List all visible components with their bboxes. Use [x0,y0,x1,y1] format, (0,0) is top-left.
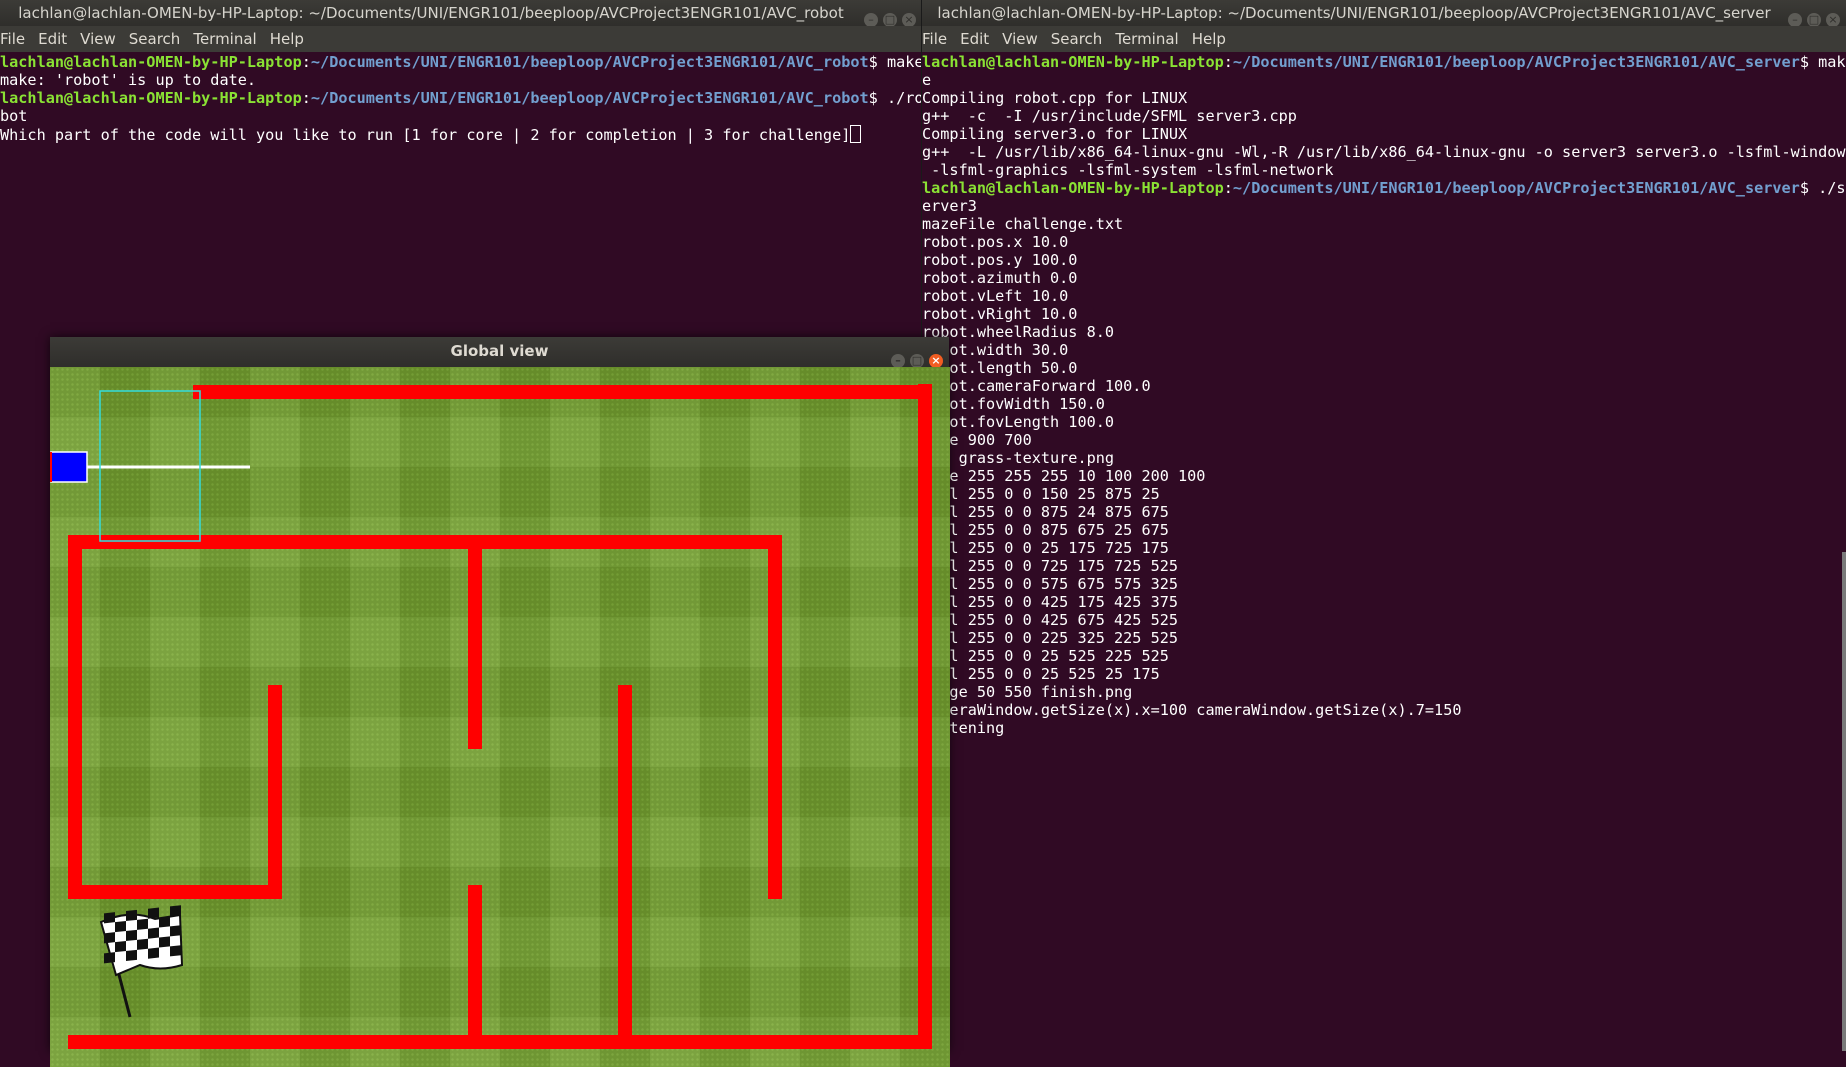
left-terminal-title: lachlan@lachlan-OMEN-by-HP-Laptop: ~/Doc… [18,4,844,22]
compile-line: g++ -c -I /usr/include/SFML server3.cpp [922,107,1297,125]
prompt-user: lachlan@lachlan-OMEN-by-HP-Laptop [922,53,1224,71]
menu-terminal[interactable]: Terminal [1115,30,1178,48]
server-output-line: cameraWindow.getSize(x).x=100 cameraWind… [922,701,1462,719]
server-output-line: wall 255 0 0 425 175 425 375 [922,593,1179,611]
command-text: e [922,71,932,89]
text-cursor [850,125,862,143]
server-output-line: image 50 550 finish.png [922,683,1133,701]
server-output-line: wall 255 0 0 25 525 25 175 [922,665,1160,683]
right-terminal-window[interactable]: lachlan@lachlan-OMEN-by-HP-Laptop: ~/Doc… [922,0,1846,1051]
menu-terminal[interactable]: Terminal [193,30,256,48]
menu-file[interactable]: File [922,30,947,48]
menu-edit[interactable]: Edit [38,30,67,48]
maze-wall [768,535,782,899]
prompt-user: lachlan@lachlan-OMEN-by-HP-Laptop [922,179,1224,197]
close-icon[interactable]: × [902,13,916,26]
global-view-title: Global view [450,342,549,360]
robot-tail [50,452,52,482]
server-output-line: line 255 255 255 10 100 200 100 [922,467,1206,485]
server-output-line: robot.pos.x 10.0 [922,233,1069,251]
right-terminal-title: lachlan@lachlan-OMEN-by-HP-Laptop: ~/Doc… [937,4,1771,22]
maze-wall [268,685,282,899]
server-output-line: robot.fovLength 100.0 [922,413,1115,431]
maze-wall [468,885,482,1049]
robot-body [50,451,88,483]
output-line: Which part of the code will you like to … [0,126,851,144]
server-output-line: wall 255 0 0 150 25 875 25 [922,485,1160,503]
left-terminal-titlebar[interactable]: lachlan@lachlan-OMEN-by-HP-Laptop: ~/Doc… [0,0,922,26]
server-output-line: robot.pos.y 100.0 [922,251,1078,269]
close-icon[interactable]: × [929,354,943,367]
server-output-line: mazeFile challenge.txt [922,215,1124,233]
server-output-line: robot.vLeft 10.0 [922,287,1069,305]
menu-help[interactable]: Help [1192,30,1226,48]
close-icon[interactable]: × [1826,13,1840,26]
menu-file[interactable]: File [0,30,25,48]
menu-search[interactable]: Search [1051,30,1103,48]
server-output-line: tex grass-texture.png [922,449,1115,467]
command-text: $ mak [1799,53,1846,71]
menu-search[interactable]: Search [129,30,181,48]
compile-line: g++ -L /usr/lib/x86_64-linux-gnu -Wl,-R … [922,143,1846,161]
server-output: mazeFile challenge.txt robot.pos.x 10.0 … [922,215,1461,737]
maximize-icon[interactable]: □ [910,354,924,367]
minimize-icon[interactable]: – [1788,13,1802,26]
maze-wall [618,685,632,1049]
maze-wall [468,535,482,749]
server-output-line: wall 255 0 0 425 675 425 525 [922,611,1179,629]
menu-edit[interactable]: Edit [960,30,989,48]
prompt-path: ~/Documents/UNI/ENGR101/beeploop/AVCProj… [310,89,869,107]
command-text: $ ./s [1799,179,1846,197]
menu-view[interactable]: View [80,30,116,48]
maze-drawing [50,384,932,1049]
server-output-line: wall 255 0 0 725 175 725 525 [922,557,1179,575]
right-terminal-menubar: File Edit View Search Terminal Help [922,26,1846,52]
right-terminal-titlebar[interactable]: lachlan@lachlan-OMEN-by-HP-Laptop: ~/Doc… [922,0,1846,26]
compile-output: Compiling robot.cpp for LINUX g++ -c -I … [922,89,1846,179]
maze-wall [193,385,932,399]
command-text: bot [0,107,28,125]
server-output-line: wall 255 0 0 25 175 725 175 [922,539,1169,557]
maze-wall [68,535,782,549]
compile-line: Compiling server3.o for LINUX [922,125,1188,143]
left-terminal-output[interactable]: lachlan@lachlan-OMEN-by-HP-Laptop:~/Docu… [0,52,922,144]
maze-canvas [50,367,950,1067]
maximize-icon[interactable]: □ [1807,13,1821,26]
server-output-line: wall 255 0 0 875 24 875 675 [922,503,1169,521]
prompt-path: ~/Documents/UNI/ENGR101/beeploop/AVCProj… [1232,53,1800,71]
minimize-icon[interactable]: – [864,13,878,26]
server-output-line: robot.vRight 10.0 [922,305,1078,323]
output-line: make: 'robot' is up to date. [0,71,257,89]
global-view-titlebar[interactable]: Global view – □ × [50,337,949,367]
global-view-window[interactable]: Global view – □ × [50,337,950,1067]
server-output-line: wall 255 0 0 875 675 25 675 [922,521,1169,539]
finish-flag-icon [99,905,184,977]
server-output-line: wall 255 0 0 575 675 575 325 [922,575,1179,593]
maze-wall [68,535,82,899]
prompt-user: lachlan@lachlan-OMEN-by-HP-Laptop [0,89,302,107]
server-output-line: robot.wheelRadius 8.0 [922,323,1115,341]
command-text: $ ./ro [868,89,922,107]
maze-wall [68,885,282,899]
menu-help[interactable]: Help [270,30,304,48]
server-output-line: wall 255 0 0 25 525 225 525 [922,647,1169,665]
scrollbar[interactable] [1842,552,1846,1051]
server-output-line: robot.cameraForward 100.0 [922,377,1151,395]
compile-line: -lsfml-graphics -lsfml-system -lsfml-net… [922,161,1334,179]
maze-wall [68,1035,932,1049]
prompt-path: ~/Documents/UNI/ENGR101/beeploop/AVCProj… [1232,179,1800,197]
left-terminal-menubar: File Edit View Search Terminal Help [0,26,922,52]
prompt-path: ~/Documents/UNI/ENGR101/beeploop/AVCProj… [310,53,869,71]
prompt-user: lachlan@lachlan-OMEN-by-HP-Laptop [0,53,302,71]
menu-view[interactable]: View [1002,30,1038,48]
maximize-icon[interactable]: □ [883,13,897,26]
maze-wall [918,384,932,1049]
minimize-icon[interactable]: – [891,354,905,367]
right-terminal-output[interactable]: lachlan@lachlan-OMEN-by-HP-Laptop:~/Docu… [922,52,1846,737]
server-output-line: robot.azimuth 0.0 [922,269,1078,287]
command-text: erver3 [922,197,977,215]
compile-line: Compiling robot.cpp for LINUX [922,89,1188,107]
command-text: $ make [868,53,922,71]
server-output-line: wall 255 0 0 225 325 225 525 [922,629,1179,647]
